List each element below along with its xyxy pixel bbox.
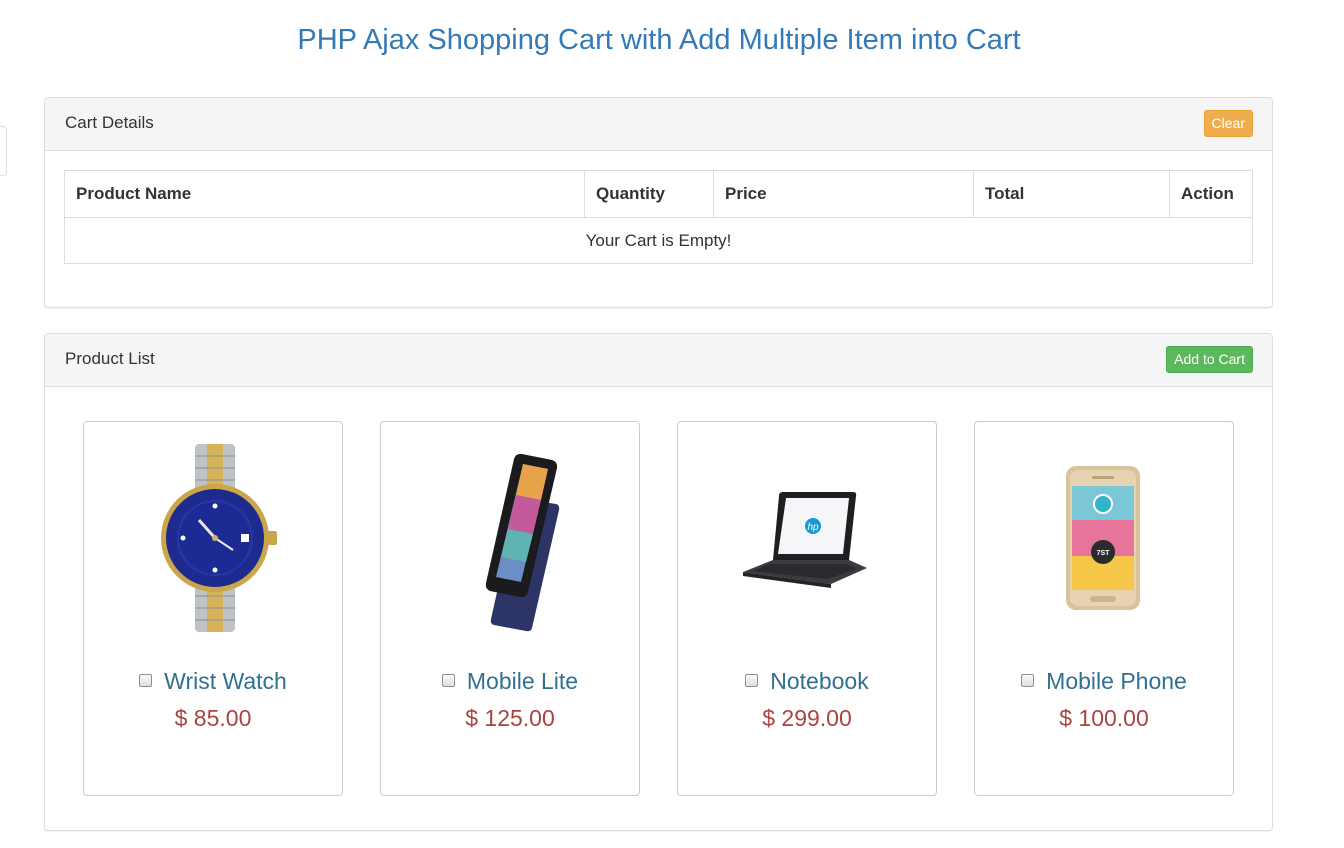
column-total: Total (973, 170, 1170, 218)
table-row: Your Cart is Empty! (64, 217, 1253, 264)
product-checkbox[interactable] (139, 674, 153, 688)
product-name: Notebook (770, 668, 869, 694)
product-card-mobile-phone: 7ST Mobile Phone $ 100.00 (974, 421, 1234, 796)
product-price: $ 100.00 (1059, 705, 1149, 731)
product-card-mobile-lite: Mobile Lite $ 125.00 (380, 421, 640, 796)
cart-panel: Cart Details Clear Product Name Quantity… (44, 97, 1273, 308)
product-name: Mobile Lite (466, 668, 579, 694)
svg-text:hp: hp (807, 522, 819, 533)
product-panel-title: Product List (65, 349, 155, 368)
cart-table: Product Name Quantity Price Total Action… (64, 170, 1253, 264)
add-to-cart-button[interactable]: Add to Cart (1166, 346, 1253, 373)
product-name: Mobile Phone (1046, 668, 1187, 694)
cart-empty-message: Your Cart is Empty! (64, 217, 1253, 264)
page-title: PHP Ajax Shopping Cart with Add Multiple… (297, 24, 1021, 56)
cart-table-header-row: Product Name Quantity Price Total Action (64, 170, 1253, 218)
product-checkbox[interactable] (745, 674, 759, 688)
product-price: $ 85.00 (174, 705, 252, 731)
product-name: Wrist Watch (164, 668, 287, 694)
clear-button[interactable]: Clear (1203, 110, 1253, 137)
product-card-notebook: hp Notebook $ 299.00 (677, 421, 937, 796)
wrist-watch-image (161, 444, 277, 632)
column-price: Price (713, 170, 974, 218)
column-quantity: Quantity (584, 170, 714, 218)
product-checkbox[interactable] (1021, 674, 1035, 688)
mobile-phone-image: 7ST (1066, 466, 1140, 610)
product-price: $ 299.00 (762, 705, 852, 731)
column-product-name: Product Name (64, 170, 585, 218)
product-checkbox[interactable] (441, 674, 455, 688)
cart-panel-heading: Cart Details Clear (45, 98, 1272, 151)
product-panel-heading: Product List Add to Cart (45, 334, 1272, 387)
cart-panel-title: Cart Details (65, 113, 154, 132)
mobile-lite-image (485, 453, 560, 632)
side-tab[interactable] (0, 126, 7, 176)
column-action: Action (1169, 170, 1253, 218)
notebook-image: hp (743, 492, 867, 588)
product-panel: Product List Add to Cart Wrist Watch $ 8… (44, 333, 1273, 831)
product-card-wrist-watch: Wrist Watch $ 85.00 (83, 421, 343, 796)
svg-text:7ST: 7ST (1097, 550, 1111, 557)
product-price: $ 125.00 (465, 705, 555, 731)
